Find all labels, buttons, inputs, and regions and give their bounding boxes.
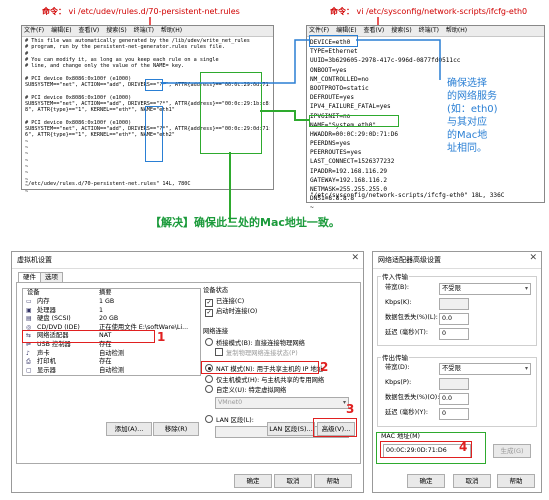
green-arrow-to-mac bbox=[0, 0, 549, 500]
